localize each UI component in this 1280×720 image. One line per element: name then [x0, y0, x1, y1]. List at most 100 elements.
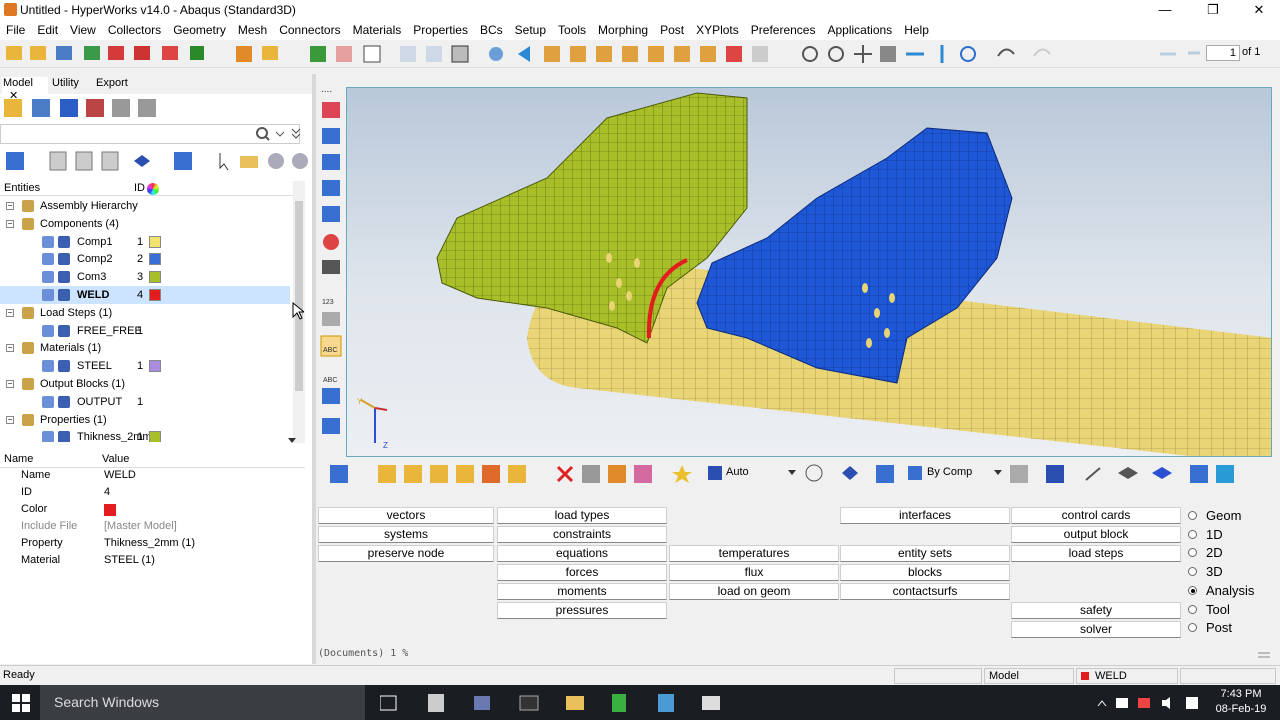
close-icon[interactable]: ✕	[1236, 0, 1280, 20]
expand-toggle-icon[interactable]: −	[6, 344, 14, 353]
panel-button-blocks[interactable]: blocks	[840, 564, 1010, 581]
menu-help[interactable]: Help	[898, 23, 935, 37]
property-row[interactable]: Include File [Master Model]	[0, 518, 305, 535]
expand-toggle-icon[interactable]: −	[6, 308, 14, 317]
menu-view[interactable]: View	[64, 23, 102, 37]
panel-button-flux[interactable]: flux	[669, 564, 839, 581]
scrollbar-thumb[interactable]	[295, 201, 303, 391]
menu-materials[interactable]: Materials	[347, 23, 408, 37]
scroll-down-icon[interactable]	[286, 436, 298, 446]
menu-connectors[interactable]: Connectors	[273, 23, 346, 37]
panel-button-entity-sets[interactable]: entity sets	[840, 545, 1010, 562]
panel-button-solver[interactable]: solver	[1011, 621, 1181, 638]
panel-splitter[interactable]	[312, 74, 316, 664]
radio-button-icon[interactable]	[1188, 567, 1197, 577]
browser-filter-toolbar[interactable]	[0, 150, 312, 172]
panel-button-constraints[interactable]: constraints	[497, 526, 667, 543]
minimize-icon[interactable]: —	[1142, 0, 1188, 20]
property-row[interactable]: Property Thikness_2mm (1)	[0, 535, 305, 552]
panel-button-load-on-geom[interactable]: load on geom	[669, 583, 839, 600]
viewport-toolbar[interactable]	[318, 462, 1278, 486]
windows-start-icon[interactable]	[12, 694, 30, 712]
panel-button-temperatures[interactable]: temperatures	[669, 545, 839, 562]
menu-setup[interactable]: Setup	[509, 23, 552, 37]
panel-button-load-steps[interactable]: load steps	[1011, 545, 1181, 562]
property-row[interactable]: Name WELD	[0, 467, 305, 484]
expand-toggle-icon[interactable]: −	[6, 202, 14, 210]
radio-3d[interactable]: 3D	[1186, 562, 1274, 581]
tree-row[interactable]: − Load Steps (1)	[0, 304, 290, 322]
color-swatch[interactable]	[149, 253, 161, 266]
panel-button-output-block[interactable]: output block	[1011, 526, 1181, 543]
menu-morphing[interactable]: Morphing	[592, 23, 654, 37]
expand-toggle-icon[interactable]: −	[6, 415, 14, 424]
radio-post[interactable]: Post	[1186, 618, 1274, 637]
tree-row[interactable]: WELD 4	[0, 286, 290, 304]
tab-export[interactable]: Export	[96, 77, 128, 89]
menu-mesh[interactable]: Mesh	[232, 23, 273, 37]
menu-xyplots[interactable]: XYPlots	[690, 23, 745, 37]
panel-button-pressures[interactable]: pressures	[497, 602, 667, 619]
tree-row[interactable]: − Output Blocks (1)	[0, 375, 290, 393]
panel-button-control-cards[interactable]: control cards	[1011, 507, 1181, 524]
cmd-resize-icon[interactable]	[1256, 650, 1272, 660]
radio-button-icon[interactable]	[1188, 529, 1197, 539]
menu-tools[interactable]: Tools	[552, 23, 592, 37]
tree-row[interactable]: − Assembly Hierarchy	[0, 197, 290, 215]
tree-row[interactable]: Thikness_2mm 1	[0, 428, 290, 442]
radio-button-icon[interactable]	[1188, 623, 1197, 633]
tree-row[interactable]: − Properties (1)	[0, 411, 290, 429]
menu-file[interactable]: File	[0, 23, 31, 37]
expand-toggle-icon[interactable]: −	[6, 219, 14, 228]
tree-row[interactable]: OUTPUT 1	[0, 393, 290, 411]
radio-button-icon[interactable]	[1188, 548, 1197, 558]
taskbar-search-input[interactable]: Search Windows	[40, 685, 365, 720]
panel-button-vectors[interactable]: vectors	[318, 507, 494, 524]
radio-2d[interactable]: 2D	[1186, 543, 1274, 562]
menu-properties[interactable]: Properties	[407, 23, 474, 37]
taskbar-apps[interactable]	[380, 694, 730, 712]
property-color-swatch[interactable]	[104, 504, 116, 516]
panel-button-load-types[interactable]: load types	[497, 507, 667, 524]
expand-toggle-icon[interactable]: −	[6, 380, 14, 388]
radio-1d[interactable]: 1D	[1186, 525, 1274, 544]
radio-button-icon[interactable]	[1188, 585, 1197, 595]
property-row[interactable]: ID 4	[0, 484, 305, 501]
toolbar-icons[interactable]	[0, 40, 1180, 68]
browser-top-toolbar[interactable]	[0, 96, 312, 120]
color-swatch[interactable]	[149, 431, 161, 442]
page-next-icon[interactable]	[1186, 46, 1202, 60]
menu-applications[interactable]: Applications	[821, 23, 898, 37]
auto-select-label[interactable]: Auto	[726, 466, 749, 478]
menu-geometry[interactable]: Geometry	[167, 23, 232, 37]
property-row[interactable]: Material STEEL (1)	[0, 552, 305, 569]
radio-tool[interactable]: Tool	[1186, 600, 1274, 619]
tab-utility[interactable]: Utility	[52, 77, 79, 89]
graphics-viewport[interactable]: Y Z	[346, 87, 1272, 457]
panel-button-systems[interactable]: systems	[318, 526, 494, 543]
color-swatch[interactable]	[149, 271, 161, 284]
restore-icon[interactable]: ❐	[1190, 0, 1236, 20]
tree-row[interactable]: Comp2 2	[0, 250, 290, 268]
tree-row[interactable]: FREE_FREE 1	[0, 322, 290, 340]
command-line[interactable]: (Documents) 1 %	[318, 648, 1274, 662]
panel-button-moments[interactable]: moments	[497, 583, 667, 600]
menu-collectors[interactable]: Collectors	[102, 23, 167, 37]
menu-edit[interactable]: Edit	[31, 23, 64, 37]
color-swatch[interactable]	[149, 235, 161, 248]
tree-row[interactable]: Com3 3	[0, 268, 290, 286]
radio-button-icon[interactable]	[1188, 604, 1197, 614]
property-row[interactable]: Color	[0, 501, 305, 518]
radio-geom[interactable]: Geom	[1186, 506, 1274, 525]
radio-analysis[interactable]: Analysis	[1186, 581, 1274, 600]
page-number-input[interactable]: 1	[1206, 45, 1240, 61]
menu-post[interactable]: Post	[654, 23, 690, 37]
panel-button-forces[interactable]: forces	[497, 564, 667, 581]
panel-button-interfaces[interactable]: interfaces	[840, 507, 1010, 524]
tree-row[interactable]: − Components (4)	[0, 215, 290, 233]
color-swatch[interactable]	[149, 360, 161, 373]
tree-row[interactable]: STEEL 1	[0, 357, 290, 375]
taskbar-clock[interactable]: 7:43 PM 08-Feb-19	[1208, 687, 1274, 717]
tree-row[interactable]: − Materials (1)	[0, 339, 290, 357]
panel-button-equations[interactable]: equations	[497, 545, 667, 562]
